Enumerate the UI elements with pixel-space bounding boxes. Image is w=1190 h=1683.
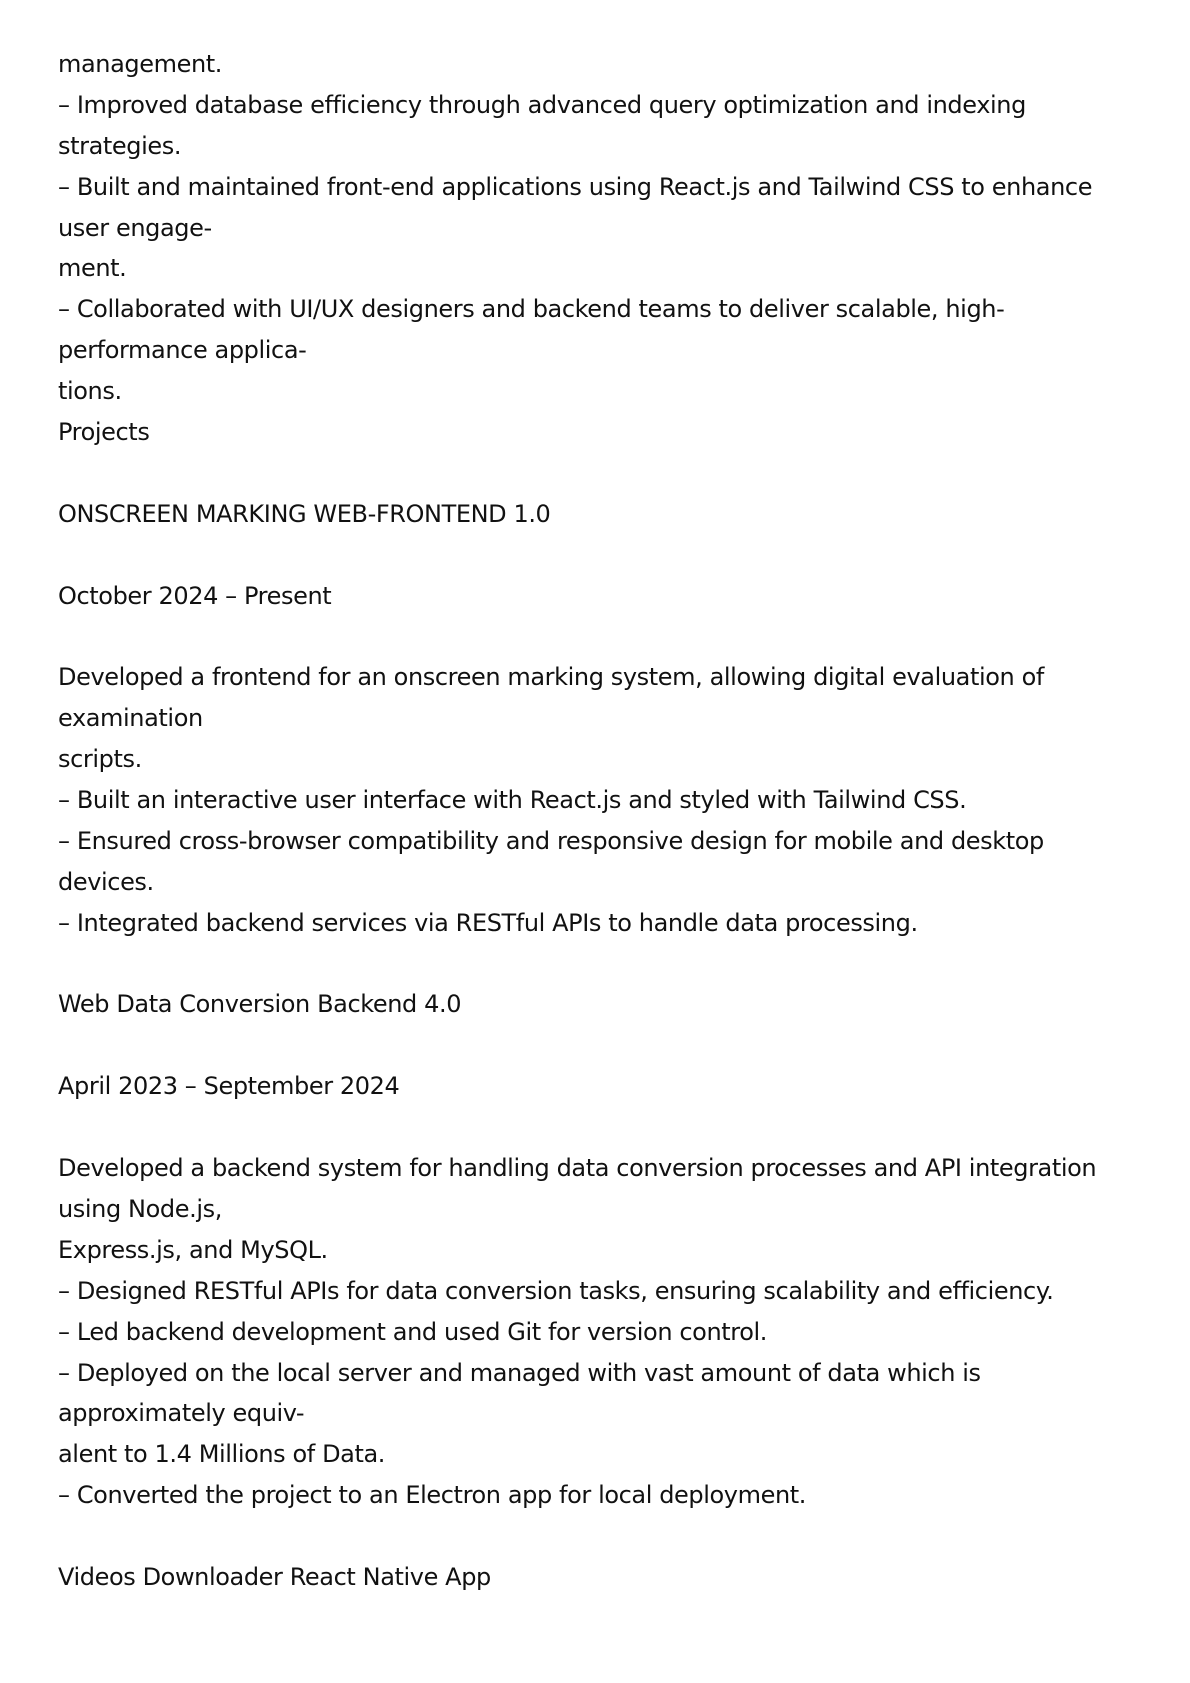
text-line: devices. [58,867,154,896]
text-line: examination [58,704,203,733]
text-line: user engage- [58,213,212,242]
text-line: Developed a backend system for handling … [58,1154,1097,1183]
project-title: Web Data Conversion Backend 4.0 [58,990,462,1019]
text-line: – Built and maintained front-end applica… [58,172,1093,201]
text-line: – Designed RESTful APIs for data convers… [58,1276,1054,1305]
text-line: alent to 1.4 Millions of Data. [58,1440,386,1469]
document-page: management. – Improved database efficien… [58,44,1158,1598]
text-line: tions. [58,377,122,406]
text-line: management. [58,50,222,78]
text-line: performance applica- [58,336,307,365]
text-line: using Node.js, [58,1194,222,1223]
project-dates: April 2023 – September 2024 [58,1072,400,1101]
project-dates: October 2024 – Present [58,581,332,610]
text-line: strategies. [58,131,182,160]
text-line: Developed a frontend for an onscreen mar… [58,663,1044,692]
text-line: approximately equiv- [58,1399,305,1428]
text-line: – Built an interactive user interface wi… [58,786,967,815]
text-line: – Collaborated with UI/UX designers and … [58,295,1005,324]
project-title: ONSCREEN MARKING WEB-FRONTEND 1.0 [58,499,551,528]
text-line: – Ensured cross-browser compatibility an… [58,826,1044,855]
section-heading-projects: Projects [58,418,150,447]
text-line: – Led backend development and used Git f… [58,1317,767,1346]
text-line: – Converted the project to an Electron a… [58,1481,807,1510]
text-line: – Deployed on the local server and manag… [58,1358,981,1387]
text-line: Express.js, and MySQL. [58,1235,328,1264]
text-line: ment. [58,254,127,283]
text-line: scripts. [58,745,142,774]
text-line: – Integrated backend services via RESTfu… [58,908,918,937]
project-title: Videos Downloader React Native App [58,1562,491,1591]
text-line: – Improved database efficiency through a… [58,90,1026,119]
